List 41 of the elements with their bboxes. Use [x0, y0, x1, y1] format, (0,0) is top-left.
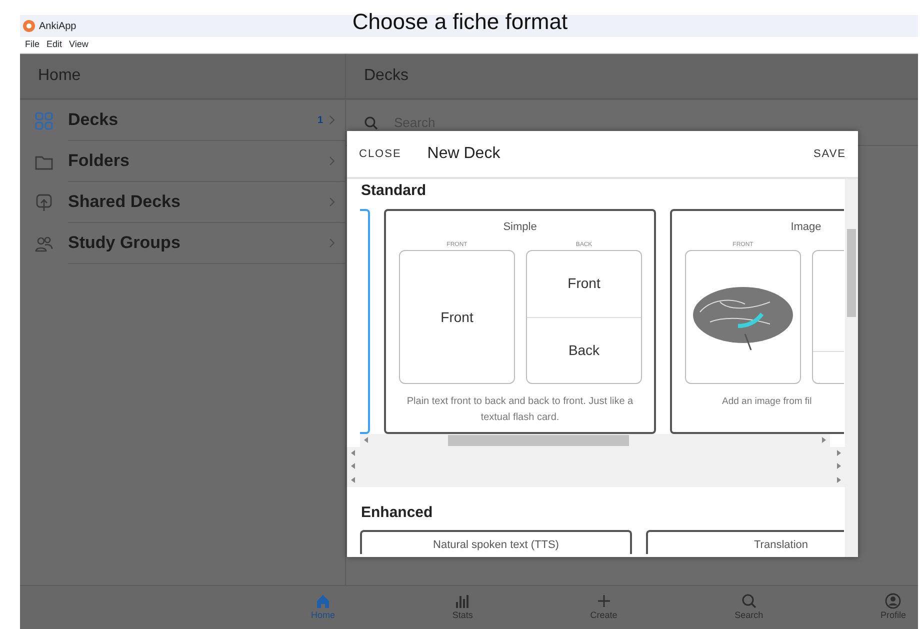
format-card[interactable]: Natural spoken text (TTS): [360, 530, 632, 554]
scroll-left-icon[interactable]: [364, 437, 368, 443]
scroll-right-icon[interactable]: [837, 476, 841, 483]
caption-text: Choose a fiche format: [352, 8, 568, 36]
section-heading: Standard: [360, 181, 428, 201]
format-description: Plain text front to back and back to front. Just like a textual flash card.: [406, 396, 634, 423]
format-name: Natural spoken text (TTS): [433, 539, 559, 551]
search-icon: [364, 116, 378, 130]
chevron-right-icon: [329, 115, 335, 125]
format-name: Translation: [754, 539, 808, 551]
user-icon: [885, 592, 902, 609]
format-card[interactable]: [360, 208, 370, 434]
chevron-right-icon: [329, 156, 335, 166]
face-text: Front: [440, 308, 474, 326]
close-button[interactable]: CLOSE: [359, 146, 402, 162]
page-title: Decks: [364, 66, 408, 86]
menu-item[interactable]: View: [69, 38, 88, 52]
scroll-left-icon[interactable]: [351, 476, 355, 483]
app-logo-icon: [23, 20, 35, 32]
face-text: Front: [568, 274, 600, 294]
format-description: Add an image from fil: [722, 396, 812, 407]
section-heading: Enhanced: [360, 502, 434, 522]
menu-item[interactable]: Edit: [46, 38, 62, 52]
format-name: Simple: [503, 220, 537, 234]
save-button[interactable]: SAVE: [813, 146, 846, 162]
bar-chart-icon: [454, 592, 471, 609]
face-text: Back: [568, 340, 600, 360]
dialog-title: New Deck: [427, 144, 502, 164]
plus-icon: [596, 592, 612, 609]
chevron-right-icon: [329, 197, 335, 207]
search-icon: [740, 592, 757, 609]
window-title: AnkiApp: [39, 20, 76, 34]
chevron-right-icon: [329, 238, 335, 248]
menu-item[interactable]: File: [25, 38, 40, 52]
vertical-scrollbar[interactable]: [845, 179, 858, 557]
horizontal-scrollbar[interactable]: [360, 434, 830, 446]
scroll-right-icon[interactable]: [822, 437, 826, 443]
format-name: Image: [790, 220, 822, 234]
sidebar-title: Home: [38, 66, 81, 86]
item-count: 1: [317, 114, 323, 128]
home-icon: [315, 592, 331, 609]
